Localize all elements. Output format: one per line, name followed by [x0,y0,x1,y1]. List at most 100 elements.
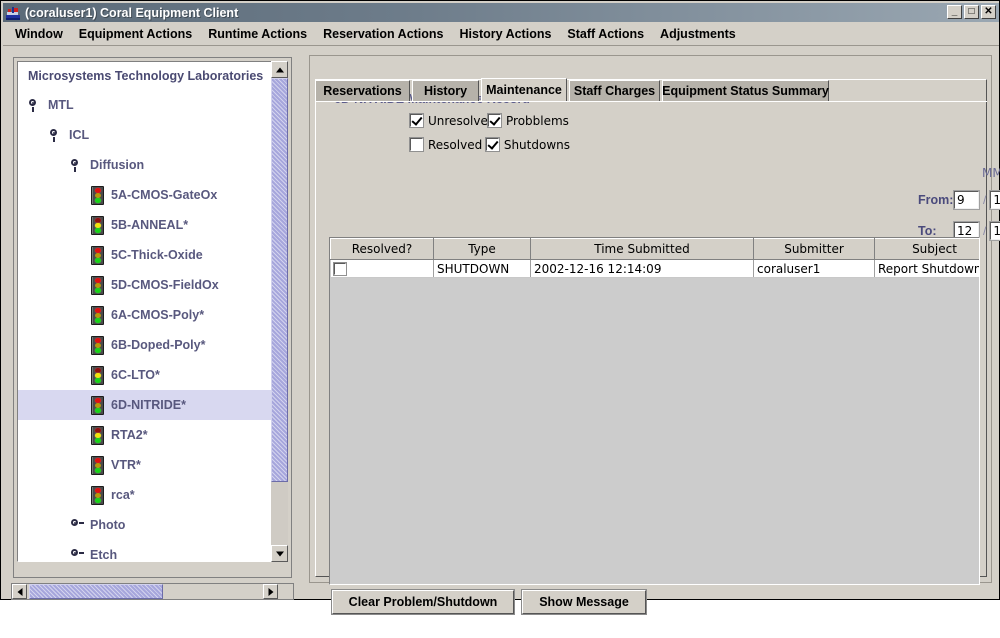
tab-reservations[interactable]: Reservations [315,80,410,101]
checkbox-probblems-checked-icon[interactable] [487,113,502,128]
table-body: SHUTDOWN 2002-12-16 12:14:09 coraluser1 Rep… [330,259,979,278]
scroll-right-button[interactable] [263,584,278,599]
menu-item-equipment-actions[interactable]: Equipment Actions [72,24,199,44]
tree-horizontal-scroll-thumb[interactable] [29,584,163,599]
close-icon: ✕ [984,6,993,17]
tree-item-group[interactable]: Diffusion [18,150,275,180]
tree-header-label: Microsystems Technology Laboratories [28,69,264,83]
traffic-light-status-icon [91,425,104,445]
show-message-button[interactable]: Show Message [521,589,647,615]
chevron-down-icon [275,551,284,556]
menu-item-reservation-actions[interactable]: Reservation Actions [316,24,450,44]
tree-header-row: Microsystems Technology Laboratories [18,62,275,90]
tree-item-group[interactable]: ICL [18,120,275,150]
scroll-left-button[interactable] [12,584,27,599]
menu-item-adjustments[interactable]: Adjustments [653,24,743,44]
tab-history[interactable]: History [412,80,479,101]
tree-item-group[interactable]: Etch [18,540,275,561]
traffic-light-status-icon [91,245,104,265]
tree-expand-handle-closed-icon[interactable] [70,548,84,561]
tab-maintenance[interactable]: Maintenance [481,78,567,101]
tree-item-equipment[interactable]: rca* [18,480,275,510]
table-column-header[interactable]: Resolved? [330,238,434,260]
checkbox-unresolved-checked-icon[interactable] [409,113,424,128]
table-column-header[interactable]: Submitter [753,238,875,260]
application-window: (coraluser1) Coral Equipment Client _ □ … [0,0,1000,615]
filter-shutdowns[interactable]: Shutdowns [484,135,570,154]
tree-item-label: 6A-CMOS-Poly* [111,308,205,322]
tree-item-equipment[interactable]: 5D-CMOS-FieldOx [18,270,275,300]
date-to-sep-1: / [983,224,987,238]
menu-item-runtime-actions[interactable]: Runtime Actions [201,24,314,44]
close-button[interactable]: ✕ [981,5,996,19]
date-to-day-input[interactable]: 16 [989,221,1000,241]
traffic-light-status-icon [91,305,104,325]
tree-item-equipment[interactable]: 5B-ANNEAL* [18,210,275,240]
tree-expand-handle-open-icon[interactable] [49,128,63,142]
tree-expand-handle-closed-icon[interactable] [70,518,84,532]
tree-item-group[interactable]: MTL [18,90,275,120]
window-title: (coraluser1) Coral Equipment Client [25,5,239,20]
menu-item-staff-actions[interactable]: Staff Actions [560,24,651,44]
menu-item-window[interactable]: Window [8,24,70,44]
traffic-light-status-icon [91,365,104,385]
tab-staff-charges[interactable]: Staff Charges [569,80,660,101]
tree-item-label: 6B-Doped-Poly* [111,338,206,352]
filter-resolved[interactable]: Resolved [409,135,486,154]
date-from-month-input[interactable]: 9 [953,190,980,210]
traffic-light-status-icon [91,395,104,415]
table-column-header[interactable]: Time Submitted [530,238,754,260]
maintenance-records-table-container[interactable]: Resolved? Type Time Submitted Submitter Subj… [329,237,980,585]
filter-row: Resolved Shutdowns [409,135,570,154]
tree-item-equipment[interactable]: 6B-Doped-Poly* [18,330,275,360]
filter-unresolved[interactable]: Unresolved [409,111,495,130]
scroll-up-button[interactable] [271,61,288,78]
date-to-label: To: [918,224,937,238]
tree-item-equipment[interactable]: 6C-LTO* [18,360,275,390]
tree-item-equipment[interactable]: 5A-CMOS-GateOx [18,180,275,210]
tree-item-equipment[interactable]: 6D-NITRIDE* [18,390,275,420]
clear-problem-shutdown-button[interactable]: Clear Problem/Shutdown [331,589,515,615]
traffic-light-status-icon [91,455,104,475]
tree-vertical-scroll-thumb[interactable] [271,78,288,482]
tree-expand-handle-open-icon[interactable] [70,158,84,172]
tree-vertical-scrollbar[interactable] [271,61,288,562]
date-from-label: From: [918,193,954,207]
table-column-header[interactable]: Subject [874,238,979,260]
tree-item-equipment[interactable]: RTA2* [18,420,275,450]
row-resolved-checkbox-unchecked-icon[interactable] [332,262,347,276]
tree-item-label: MTL [48,98,74,112]
tree-item-label: VTR* [111,458,141,472]
tab-equipment-status-summary[interactable]: Equipment Status Summary [662,80,829,101]
cell-resolved-checkbox[interactable] [330,259,434,278]
tree-expand-handle-open-icon[interactable] [28,98,42,112]
checkbox-resolved-unchecked-icon[interactable] [409,137,424,152]
tree-item-equipment[interactable]: 5C-Thick-Oxide [18,240,275,270]
tree-item-equipment[interactable]: 6A-CMOS-Poly* [18,300,275,330]
table-column-header[interactable]: Type [433,238,531,260]
tree-item-label: 6C-LTO* [111,368,160,382]
minimize-button[interactable]: _ [947,5,962,19]
filter-probblems[interactable]: Probblems [487,111,569,130]
menu-item-history-actions[interactable]: History Actions [453,24,559,44]
traffic-light-status-icon [91,335,104,355]
maximize-button[interactable]: □ [964,5,979,19]
tree-item-label: ICL [69,128,90,142]
table-row[interactable]: SHUTDOWN 2002-12-16 12:14:09 coraluser1 Rep… [330,259,979,278]
tree-item-group[interactable]: Photo [18,510,275,540]
scroll-down-button[interactable] [271,545,288,562]
cell-type: SHUTDOWN [433,259,531,278]
tree-item-label: RTA2* [111,428,148,442]
tree-item-equipment[interactable]: VTR* [18,450,275,480]
filter-label: Unresolved [428,113,496,128]
checkbox-shutdowns-checked-icon[interactable] [484,137,500,152]
table-header-row: Resolved? Type Time Submitted Submitter Subj… [330,238,979,260]
tree-horizontal-scrollbar[interactable] [11,583,294,600]
filter-label: Resolved [428,137,483,152]
tree-vertical-scroll-track[interactable] [271,482,288,545]
tree-item-label: rca* [111,488,135,502]
main-content-area: Microsystems Technology Laboratories MTL… [3,46,1000,615]
traffic-light-status-icon [91,215,104,235]
window-controls: _ □ ✕ [947,5,996,19]
date-from-day-input[interactable]: 17 [989,190,1000,210]
